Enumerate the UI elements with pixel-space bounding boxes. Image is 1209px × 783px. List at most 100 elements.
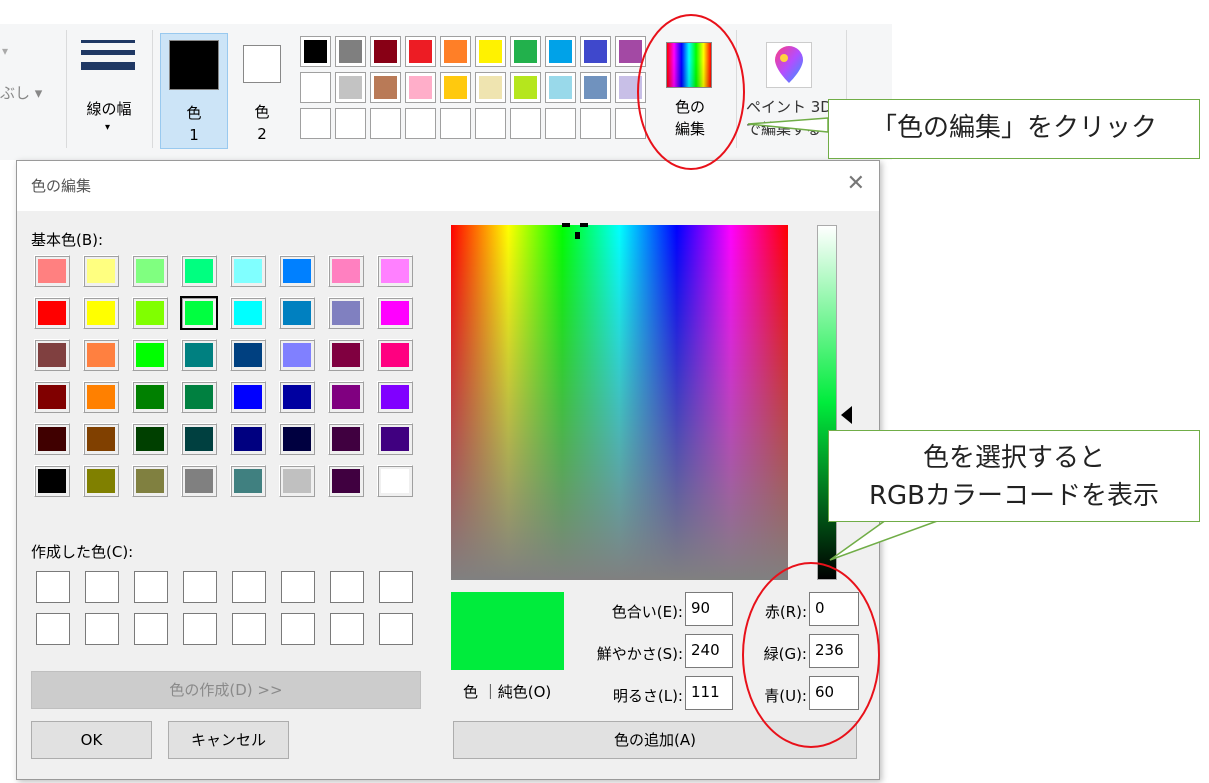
saturation-field[interactable]: 240 — [685, 634, 733, 668]
basic-color-swatch[interactable] — [132, 297, 168, 329]
basic-color-swatch[interactable] — [230, 423, 266, 455]
color-spectrum-picker[interactable] — [451, 223, 788, 580]
basic-color-swatch[interactable] — [328, 297, 364, 329]
palette-swatch[interactable] — [615, 36, 646, 67]
clipped-dropdown-arrow[interactable]: ▾ — [2, 44, 8, 58]
basic-color-swatch[interactable] — [132, 381, 168, 413]
custom-color-swatch[interactable] — [183, 613, 217, 645]
basic-color-swatch[interactable] — [230, 381, 266, 413]
blue-field[interactable]: 60 — [809, 676, 859, 710]
custom-color-swatch[interactable] — [36, 571, 70, 603]
palette-swatch[interactable] — [580, 72, 611, 103]
luminosity-field[interactable]: 111 — [685, 676, 733, 710]
basic-color-swatch[interactable] — [34, 339, 70, 371]
palette-swatch[interactable] — [475, 108, 506, 139]
palette-swatch[interactable] — [405, 108, 436, 139]
basic-color-swatch[interactable] — [83, 339, 119, 371]
ok-button[interactable]: OK — [31, 721, 152, 759]
palette-swatch[interactable] — [580, 36, 611, 67]
custom-color-swatch[interactable] — [36, 613, 70, 645]
basic-color-swatch[interactable] — [34, 381, 70, 413]
palette-swatch[interactable] — [475, 36, 506, 67]
custom-color-swatch[interactable] — [281, 613, 315, 645]
custom-color-swatch[interactable] — [183, 571, 217, 603]
line-width-button[interactable]: 線の幅 ▾ — [72, 36, 146, 148]
basic-color-swatch[interactable] — [132, 423, 168, 455]
basic-color-swatch[interactable] — [34, 465, 70, 497]
palette-swatch[interactable] — [510, 36, 541, 67]
basic-color-swatch[interactable] — [279, 381, 315, 413]
clipped-fill-dropdown[interactable]: ぶし ▾ — [0, 82, 42, 103]
palette-swatch[interactable] — [405, 36, 436, 67]
basic-color-swatch[interactable] — [328, 255, 364, 287]
basic-color-swatch[interactable] — [34, 255, 70, 287]
color2-button[interactable]: 色 2 — [234, 33, 290, 149]
custom-color-swatch[interactable] — [330, 571, 364, 603]
palette-swatch[interactable] — [335, 108, 366, 139]
basic-color-swatch[interactable] — [181, 381, 217, 413]
add-to-custom-colors-button[interactable]: 色の追加(A) — [453, 721, 857, 759]
palette-swatch[interactable] — [335, 36, 366, 67]
basic-color-swatch[interactable] — [377, 339, 413, 371]
custom-color-swatch[interactable] — [85, 571, 119, 603]
basic-color-swatch[interactable] — [34, 297, 70, 329]
basic-color-swatch[interactable] — [83, 465, 119, 497]
hue-field[interactable]: 90 — [685, 592, 733, 626]
palette-swatch[interactable] — [300, 72, 331, 103]
palette-swatch[interactable] — [300, 108, 331, 139]
palette-swatch[interactable] — [545, 108, 576, 139]
custom-color-swatch[interactable] — [134, 571, 168, 603]
basic-color-swatch[interactable] — [279, 465, 315, 497]
basic-color-swatch[interactable] — [377, 423, 413, 455]
luminosity-arrow-icon[interactable] — [841, 406, 852, 424]
basic-color-swatch[interactable] — [328, 381, 364, 413]
basic-color-swatch[interactable] — [83, 423, 119, 455]
palette-swatch[interactable] — [580, 108, 611, 139]
custom-color-swatch[interactable] — [232, 613, 266, 645]
palette-swatch[interactable] — [335, 72, 366, 103]
basic-color-swatch[interactable] — [377, 465, 413, 497]
basic-color-swatch[interactable] — [230, 255, 266, 287]
palette-swatch[interactable] — [510, 108, 541, 139]
palette-swatch[interactable] — [440, 72, 471, 103]
palette-swatch[interactable] — [440, 108, 471, 139]
palette-swatch[interactable] — [615, 108, 646, 139]
cancel-button[interactable]: キャンセル — [168, 721, 289, 759]
red-field[interactable]: 0 — [809, 592, 859, 626]
basic-color-swatch[interactable] — [83, 297, 119, 329]
palette-swatch[interactable] — [440, 36, 471, 67]
luminosity-slider[interactable] — [817, 225, 837, 580]
define-custom-colors-button[interactable]: 色の作成(D) >> — [31, 671, 421, 709]
basic-color-swatch[interactable] — [83, 381, 119, 413]
green-field[interactable]: 236 — [809, 634, 859, 668]
edit-colors-button[interactable]: 色の 編集 — [656, 34, 724, 148]
palette-swatch[interactable] — [300, 36, 331, 67]
basic-color-swatch[interactable] — [181, 255, 217, 287]
basic-color-swatch[interactable] — [279, 297, 315, 329]
basic-color-swatch[interactable] — [279, 339, 315, 371]
basic-color-swatch[interactable] — [328, 465, 364, 497]
close-icon[interactable]: ✕ — [847, 171, 865, 197]
basic-color-swatch[interactable] — [34, 423, 70, 455]
basic-color-swatch[interactable] — [328, 423, 364, 455]
custom-color-swatch[interactable] — [330, 613, 364, 645]
basic-color-swatch[interactable] — [328, 339, 364, 371]
custom-color-swatch[interactable] — [85, 613, 119, 645]
basic-color-swatch[interactable] — [181, 465, 217, 497]
custom-color-swatch[interactable] — [134, 613, 168, 645]
basic-color-swatch[interactable] — [180, 296, 218, 330]
basic-color-swatch[interactable] — [83, 255, 119, 287]
basic-color-swatch[interactable] — [181, 339, 217, 371]
basic-color-swatch[interactable] — [377, 297, 413, 329]
palette-swatch[interactable] — [545, 72, 576, 103]
palette-swatch[interactable] — [405, 72, 436, 103]
basic-color-swatch[interactable] — [132, 255, 168, 287]
basic-color-swatch[interactable] — [132, 465, 168, 497]
palette-swatch[interactable] — [510, 72, 541, 103]
palette-swatch[interactable] — [475, 72, 506, 103]
basic-color-swatch[interactable] — [230, 297, 266, 329]
palette-swatch[interactable] — [615, 72, 646, 103]
edit-with-paint3d-button[interactable]: ペイント 3D で編集する — [744, 34, 834, 148]
basic-color-swatch[interactable] — [377, 381, 413, 413]
basic-color-swatch[interactable] — [132, 339, 168, 371]
